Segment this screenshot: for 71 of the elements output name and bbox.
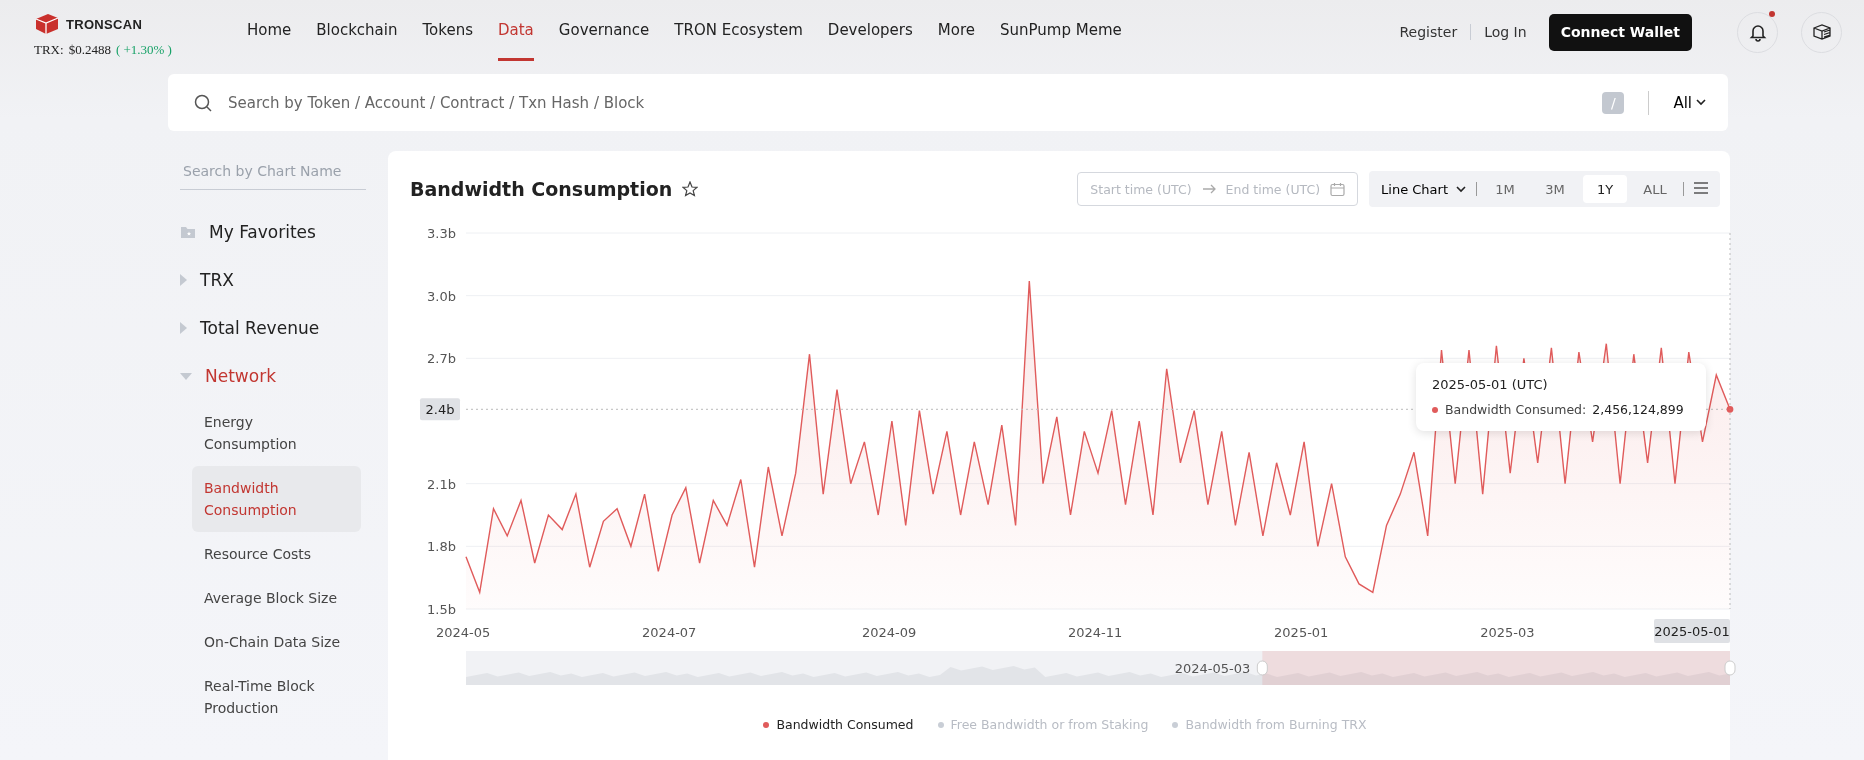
nav-link[interactable]: Data — [498, 4, 534, 61]
axis-label: 2024-05 — [436, 625, 491, 640]
connect-wallet-button[interactable]: Connect Wallet — [1548, 13, 1692, 51]
range-tab[interactable]: ALL — [1633, 175, 1677, 203]
sidebar-subitem[interactable]: Bandwidth Consumption — [192, 466, 361, 532]
axis-label: 2024-09 — [861, 625, 917, 640]
axis-label: 2.7b — [427, 351, 456, 367]
folder-icon — [180, 224, 196, 240]
axis-label: 2025-03 — [1480, 625, 1535, 640]
chart-title: Bandwidth Consumption — [410, 178, 673, 200]
star-icon[interactable] — [682, 181, 699, 197]
tooltip-value: 2,456,124,899 — [1592, 402, 1684, 417]
slider-handle[interactable] — [1724, 660, 1736, 676]
sidebar-subitem[interactable]: On-Chain Data Size — [192, 620, 361, 664]
price-value: $0.2488 — [68, 42, 111, 58]
tooltip-date: 2025-05-01 (UTC) — [1432, 377, 1549, 392]
axis-label: 3.3b — [427, 226, 456, 241]
end-time-placeholder: End time (UTC) — [1225, 181, 1321, 197]
logo-icon — [34, 12, 60, 36]
nav-link[interactable]: Blockchain — [316, 4, 398, 61]
sidebar-item[interactable]: Network — [205, 366, 276, 386]
axis-pointer-label: 2.4b — [420, 398, 460, 421]
range-tab[interactable]: 1Y — [1583, 175, 1627, 203]
logo-text: TRONSCAN — [66, 16, 143, 32]
axis-label: 2025-01 — [1274, 625, 1329, 640]
sidebar-subitem[interactable]: Average Block Size — [192, 576, 361, 620]
axis-label: 1.5b — [427, 602, 456, 617]
start-time-placeholder: Start time (UTC) — [1090, 181, 1192, 197]
price-change: ( +1.30% ) — [115, 42, 172, 58]
nav-link[interactable]: Developers — [827, 4, 913, 61]
menu-icon — [1694, 181, 1708, 194]
data-point — [1727, 406, 1734, 413]
legend-item[interactable]: Bandwidth Consumed — [763, 717, 914, 732]
calendar-icon — [1330, 181, 1346, 197]
search-field[interactable]: Search by Token / Account / Contract / Txn Hash / Block / All — [168, 74, 1728, 131]
nav-link[interactable]: TRON Ecosystem — [674, 4, 803, 61]
axis-label: 2024-11 — [1068, 625, 1123, 640]
sidebar-subitem[interactable]: Energy Consumption — [192, 400, 361, 466]
nav-link[interactable]: Governance — [558, 4, 650, 61]
nav-link[interactable]: Home — [247, 4, 292, 61]
chart-type-dropdown[interactable]: Line Chart — [1377, 181, 1470, 197]
chevron-icon — [1696, 99, 1706, 106]
nav-link[interactable]: SunPump Meme — [1000, 4, 1122, 61]
cube-icon — [1811, 22, 1832, 42]
slider-label: 2024-05-03 — [1174, 661, 1251, 676]
arrow-icon — [1201, 183, 1216, 195]
tooltip-series: Bandwidth Consumed: — [1445, 402, 1587, 417]
range-tab[interactable]: 1M — [1483, 175, 1527, 203]
scope-dropdown[interactable]: All — [1673, 93, 1706, 112]
shortcut-key: / — [1602, 91, 1625, 114]
axis-label: 1.8b — [427, 539, 456, 555]
axis-label: 2.1b — [427, 476, 456, 492]
search-icon — [194, 93, 212, 112]
bell-icon — [1748, 22, 1767, 42]
nav-link[interactable]: More — [937, 4, 975, 61]
nav-link[interactable]: Tokens — [422, 4, 473, 61]
axis-pointer-label: 2025-05-01 — [1654, 619, 1730, 643]
login-link[interactable]: Log In — [1484, 24, 1527, 40]
axis-label: 2024-07 — [642, 625, 697, 640]
range-tab[interactable]: 3M — [1533, 175, 1577, 203]
sidebar-item[interactable]: Total Revenue — [200, 318, 320, 338]
chart-search-field[interactable]: Search by Chart Name — [180, 151, 366, 190]
sidebar-item[interactable]: My Favorites — [209, 222, 316, 242]
sidebar-subitem[interactable]: Resource Costs — [192, 532, 361, 576]
sidebar-subitem[interactable]: Real-Time Block Production — [192, 664, 361, 730]
sidebar-item[interactable]: TRX — [200, 270, 234, 290]
chevron-icon — [1456, 185, 1466, 193]
price-label: TRX: — [34, 42, 64, 58]
register-link[interactable]: Register — [1399, 24, 1458, 40]
slider-handle[interactable] — [1256, 660, 1268, 676]
axis-label: 3.0b — [427, 288, 456, 304]
